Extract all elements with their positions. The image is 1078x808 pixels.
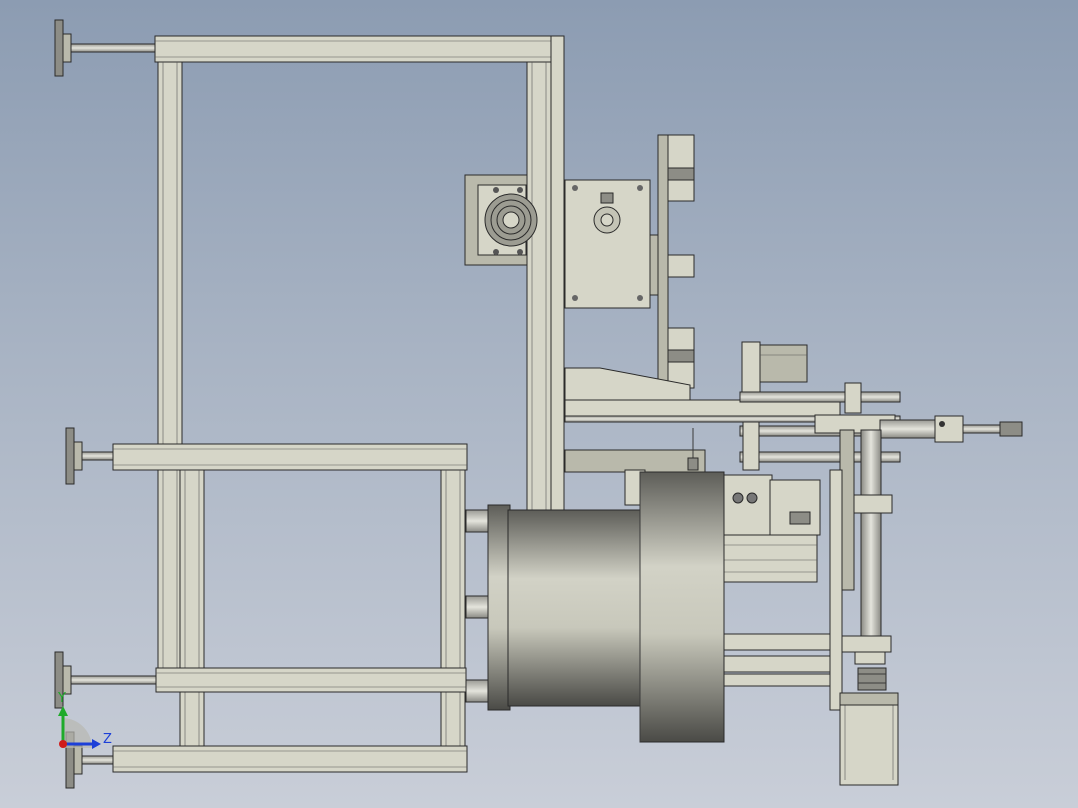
gearbox-housing — [564, 179, 659, 309]
cooling-fan — [464, 174, 538, 266]
shaft-coupling — [857, 667, 887, 691]
sensor-probe — [687, 428, 699, 471]
stepper-motor-bottom — [839, 692, 899, 786]
pneumatic-cylinder — [879, 415, 1023, 443]
linear-rails — [721, 531, 831, 687]
main-drum — [465, 471, 725, 743]
index-plate — [657, 134, 695, 389]
cad-viewport[interactable]: Y Z — [0, 0, 1078, 808]
leveling-foot-lower — [54, 651, 157, 709]
z-axis-label: Z — [103, 732, 112, 747]
y-axis-label: Y — [57, 691, 66, 706]
servo-motor-top — [741, 341, 808, 398]
coordinate-triad[interactable]: Y Z — [57, 691, 112, 749]
machine-side-view: Y Z — [54, 19, 1023, 789]
z-axis-arrowhead — [92, 739, 101, 749]
leveling-foot-top — [54, 19, 157, 77]
x-axis-dot — [59, 740, 67, 748]
leveling-foot-middle — [65, 427, 115, 485]
